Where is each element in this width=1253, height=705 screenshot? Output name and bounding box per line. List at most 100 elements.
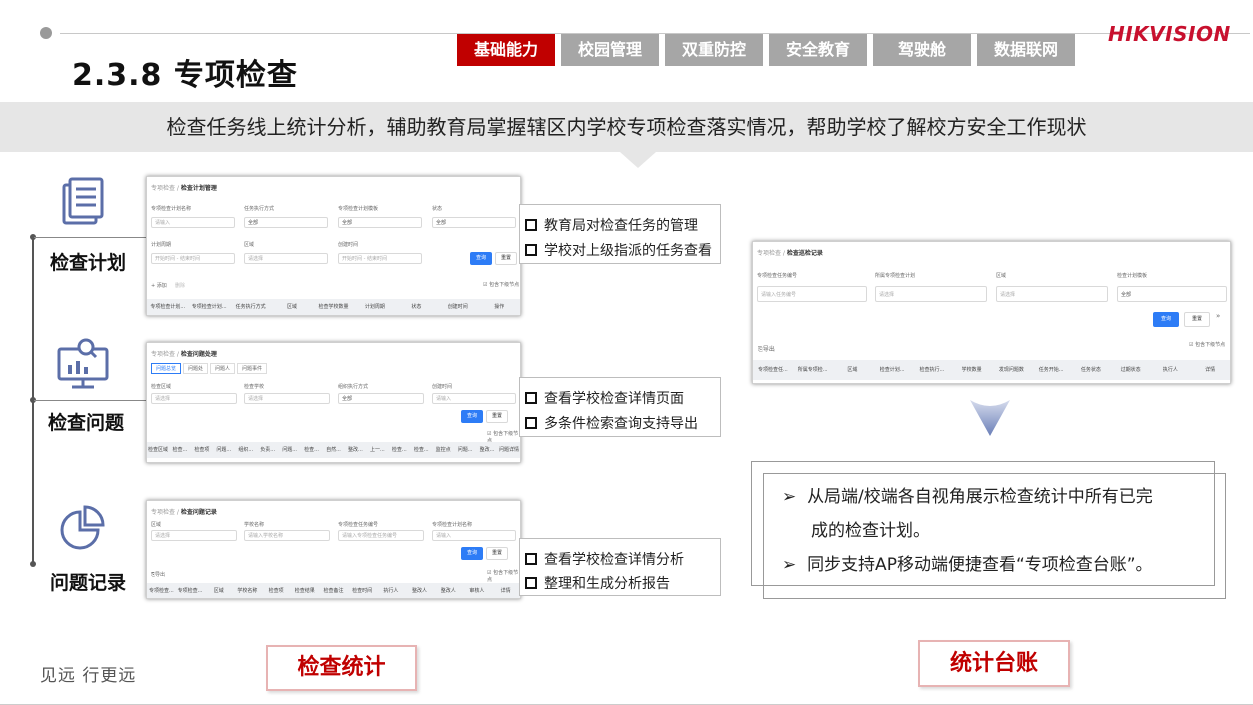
stats-ledger-button[interactable]: 统计台账 — [918, 640, 1070, 687]
screenshot-inspection-records: 专项检查 / 检查巡检记录 专项检查任务编号 请输入任务编号 所属专项检查计划 … — [752, 241, 1231, 384]
field-label: 区域 — [244, 242, 255, 248]
field-label: 专项检查计划名称 — [151, 206, 192, 212]
task-number-input[interactable]: 请输入专项检查任务编号 — [338, 530, 424, 541]
field-label: 区域 — [151, 522, 162, 528]
exec-mode-select[interactable]: 全部 — [244, 217, 328, 228]
field-label: 创建时间 — [432, 384, 453, 390]
include-sub-checkbox[interactable]: ☑ 包含下级节点 — [487, 569, 520, 583]
bullet-item: 多条件检索查询支持导出 — [525, 413, 698, 433]
field-label: 任务执行方式 — [244, 206, 275, 212]
table-header: 检查区域 检查... 检查项 问题... 组织... 负责... 问题... 检查... 自然.… — [147, 442, 520, 458]
include-sub-checkbox[interactable]: ☑ 包含下级节点 — [1189, 341, 1225, 348]
template-select[interactable]: 全部 — [338, 217, 422, 228]
slogan: 见远 行更远 — [40, 666, 137, 686]
document-list-icon — [58, 176, 108, 226]
field-label: 学校名称 — [244, 522, 265, 528]
tab-person[interactable]: 问题人 — [210, 363, 236, 374]
field-label: 所属专项检查计划 — [875, 273, 916, 279]
reset-button[interactable]: 重置 — [1184, 312, 1210, 327]
add-button[interactable]: + 添加 — [151, 282, 167, 289]
nav-tab-basic[interactable]: 基础能力 — [457, 34, 555, 66]
field-label: 组织执行方式 — [338, 384, 369, 390]
template-select[interactable]: 全部 — [1117, 286, 1227, 302]
area-select[interactable]: 请选择 — [996, 286, 1108, 302]
table-header: 专项检查任... 所属专项检... 区域 检查计划... 检查执行... 学校数量 发现问题… — [753, 360, 1230, 380]
delete-button[interactable]: 删除 — [175, 282, 185, 289]
brand-logo: HIKVISION — [1108, 22, 1231, 46]
expand-icon[interactable]: » — [1216, 312, 1220, 320]
org-mode-select[interactable]: 全部 — [338, 393, 424, 404]
task-number-input[interactable]: 请输入任务编号 — [757, 286, 867, 302]
field-label: 状态 — [432, 206, 443, 212]
reset-button[interactable]: 重置 — [486, 410, 508, 423]
field-label: 检查区域 — [151, 384, 172, 390]
query-button[interactable]: 查询 — [470, 252, 492, 265]
bullet-item: 整理和生成分析报告 — [525, 573, 670, 593]
bullet-item: 查看学校检查详情分析 — [525, 549, 684, 569]
section-label-records: 问题记录 — [50, 572, 127, 594]
connector-line — [34, 400, 146, 401]
section-label-issues: 检查问题 — [48, 412, 125, 434]
subtitle-text: 检查任务线上统计分析，辅助教育局掌握辖区内学校专项检查落实情况，帮助学校了解校方… — [166, 115, 1087, 139]
screenshot-plan-management: 专项检查 / 检查计划管理 专项检查计划名称 请输入 任务执行方式 全部 专项检… — [146, 176, 521, 316]
inspection-stats-button[interactable]: 检查统计 — [266, 645, 417, 691]
export-button[interactable]: ⎘导出 — [758, 344, 775, 354]
breadcrumb: 专项检查 / 检查问题处理 — [151, 351, 217, 358]
field-label: 区域 — [996, 273, 1007, 279]
bullet-item: 查看学校检查详情页面 — [525, 388, 684, 408]
bullet-item: 学校对上级指派的任务查看 — [525, 240, 712, 260]
field-label: 计划周期 — [151, 242, 172, 248]
reset-button[interactable]: 重置 — [486, 547, 508, 560]
created-range-input[interactable]: 开始时间 - 结束时间 — [338, 253, 422, 264]
export-button[interactable]: ⎘导出 — [151, 571, 165, 578]
query-button[interactable]: 查询 — [461, 547, 483, 560]
connector-line — [34, 237, 146, 238]
status-select[interactable]: 全部 — [432, 217, 516, 228]
field-label: 检查学校 — [244, 384, 265, 390]
summary-line: ➢ 从局端/校端各自视角展示检查统计中所有已完 — [782, 487, 1153, 507]
pie-chart-icon — [58, 504, 108, 554]
tab-overview[interactable]: 问题总览 — [151, 363, 182, 374]
nav-tab-cockpit[interactable]: 驾驶舱 — [873, 34, 971, 66]
reset-button[interactable]: 重置 — [495, 252, 517, 265]
breadcrumb: 专项检查 / 检查计划管理 — [151, 185, 217, 192]
area-select[interactable]: 请选择 — [151, 530, 237, 541]
field-label: 专项检查计划名称 — [432, 522, 473, 528]
summary-line: 成的检查计划。 — [811, 521, 930, 541]
plan-name-input[interactable]: 请输入 — [432, 530, 516, 541]
tab-strip: 问题总览 问题处 问题人 问题事件 — [151, 363, 268, 374]
query-button[interactable]: 查询 — [461, 410, 483, 423]
school-name-input[interactable]: 请输入学校名称 — [244, 530, 330, 541]
tab-event[interactable]: 问题事件 — [237, 363, 268, 374]
arrow-down-icon — [968, 398, 1012, 442]
area-select[interactable]: 请选择 — [151, 393, 237, 404]
school-select[interactable]: 请选择 — [244, 393, 330, 404]
field-label: 检查计划模板 — [1117, 273, 1148, 279]
query-button[interactable]: 查询 — [1153, 312, 1179, 327]
section-label-plan: 检查计划 — [50, 252, 127, 274]
tab-issue[interactable]: 问题处 — [183, 363, 209, 374]
region-select[interactable]: 请选择 — [244, 253, 328, 264]
created-time-input[interactable]: 请输入 — [432, 393, 516, 404]
nav-tab-dual-prevention[interactable]: 双重防控 — [665, 34, 763, 66]
nav-tab-campus[interactable]: 校园管理 — [561, 34, 659, 66]
person-monitor-icon — [56, 337, 110, 391]
include-sub-checkbox[interactable]: ☑ 包含下级节点 — [483, 281, 519, 288]
field-label: 专项检查任务编号 — [757, 273, 798, 279]
summary-line: ➢ 同步支持AP移动端便捷查看“专项检查台账”。 — [782, 555, 1153, 575]
plan-name-input[interactable]: 请输入 — [151, 217, 235, 228]
nav-tab-data-network[interactable]: 数据联网 — [977, 34, 1075, 66]
table-header: 专项检查计划... 专项检查计划... 任务执行方式 区域 检查学校数量 计划周期 状态 创建… — [147, 299, 520, 315]
plan-select[interactable]: 请选择 — [875, 286, 987, 302]
period-range-input[interactable]: 开始时间 - 结束时间 — [151, 253, 235, 264]
screenshot-issue-records: 专项检查 / 检查问题记录 区域 请选择 学校名称 请输入学校名称 专项检查任务… — [146, 500, 521, 599]
breadcrumb: 专项检查 / 检查问题记录 — [151, 509, 217, 516]
breadcrumb: 专项检查 / 检查巡检记录 — [757, 250, 823, 257]
field-label: 创建时间 — [338, 242, 359, 248]
nav-tab-safety-education[interactable]: 安全教育 — [769, 34, 867, 66]
band-pointer — [620, 152, 656, 168]
field-label: 专项检查任务编号 — [338, 522, 379, 528]
bullet-item: 教育局对检查任务的管理 — [525, 215, 698, 235]
timeline-dot — [30, 561, 36, 567]
top-nav: 基础能力 校园管理 双重防控 安全教育 驾驶舱 数据联网 — [457, 34, 1075, 66]
